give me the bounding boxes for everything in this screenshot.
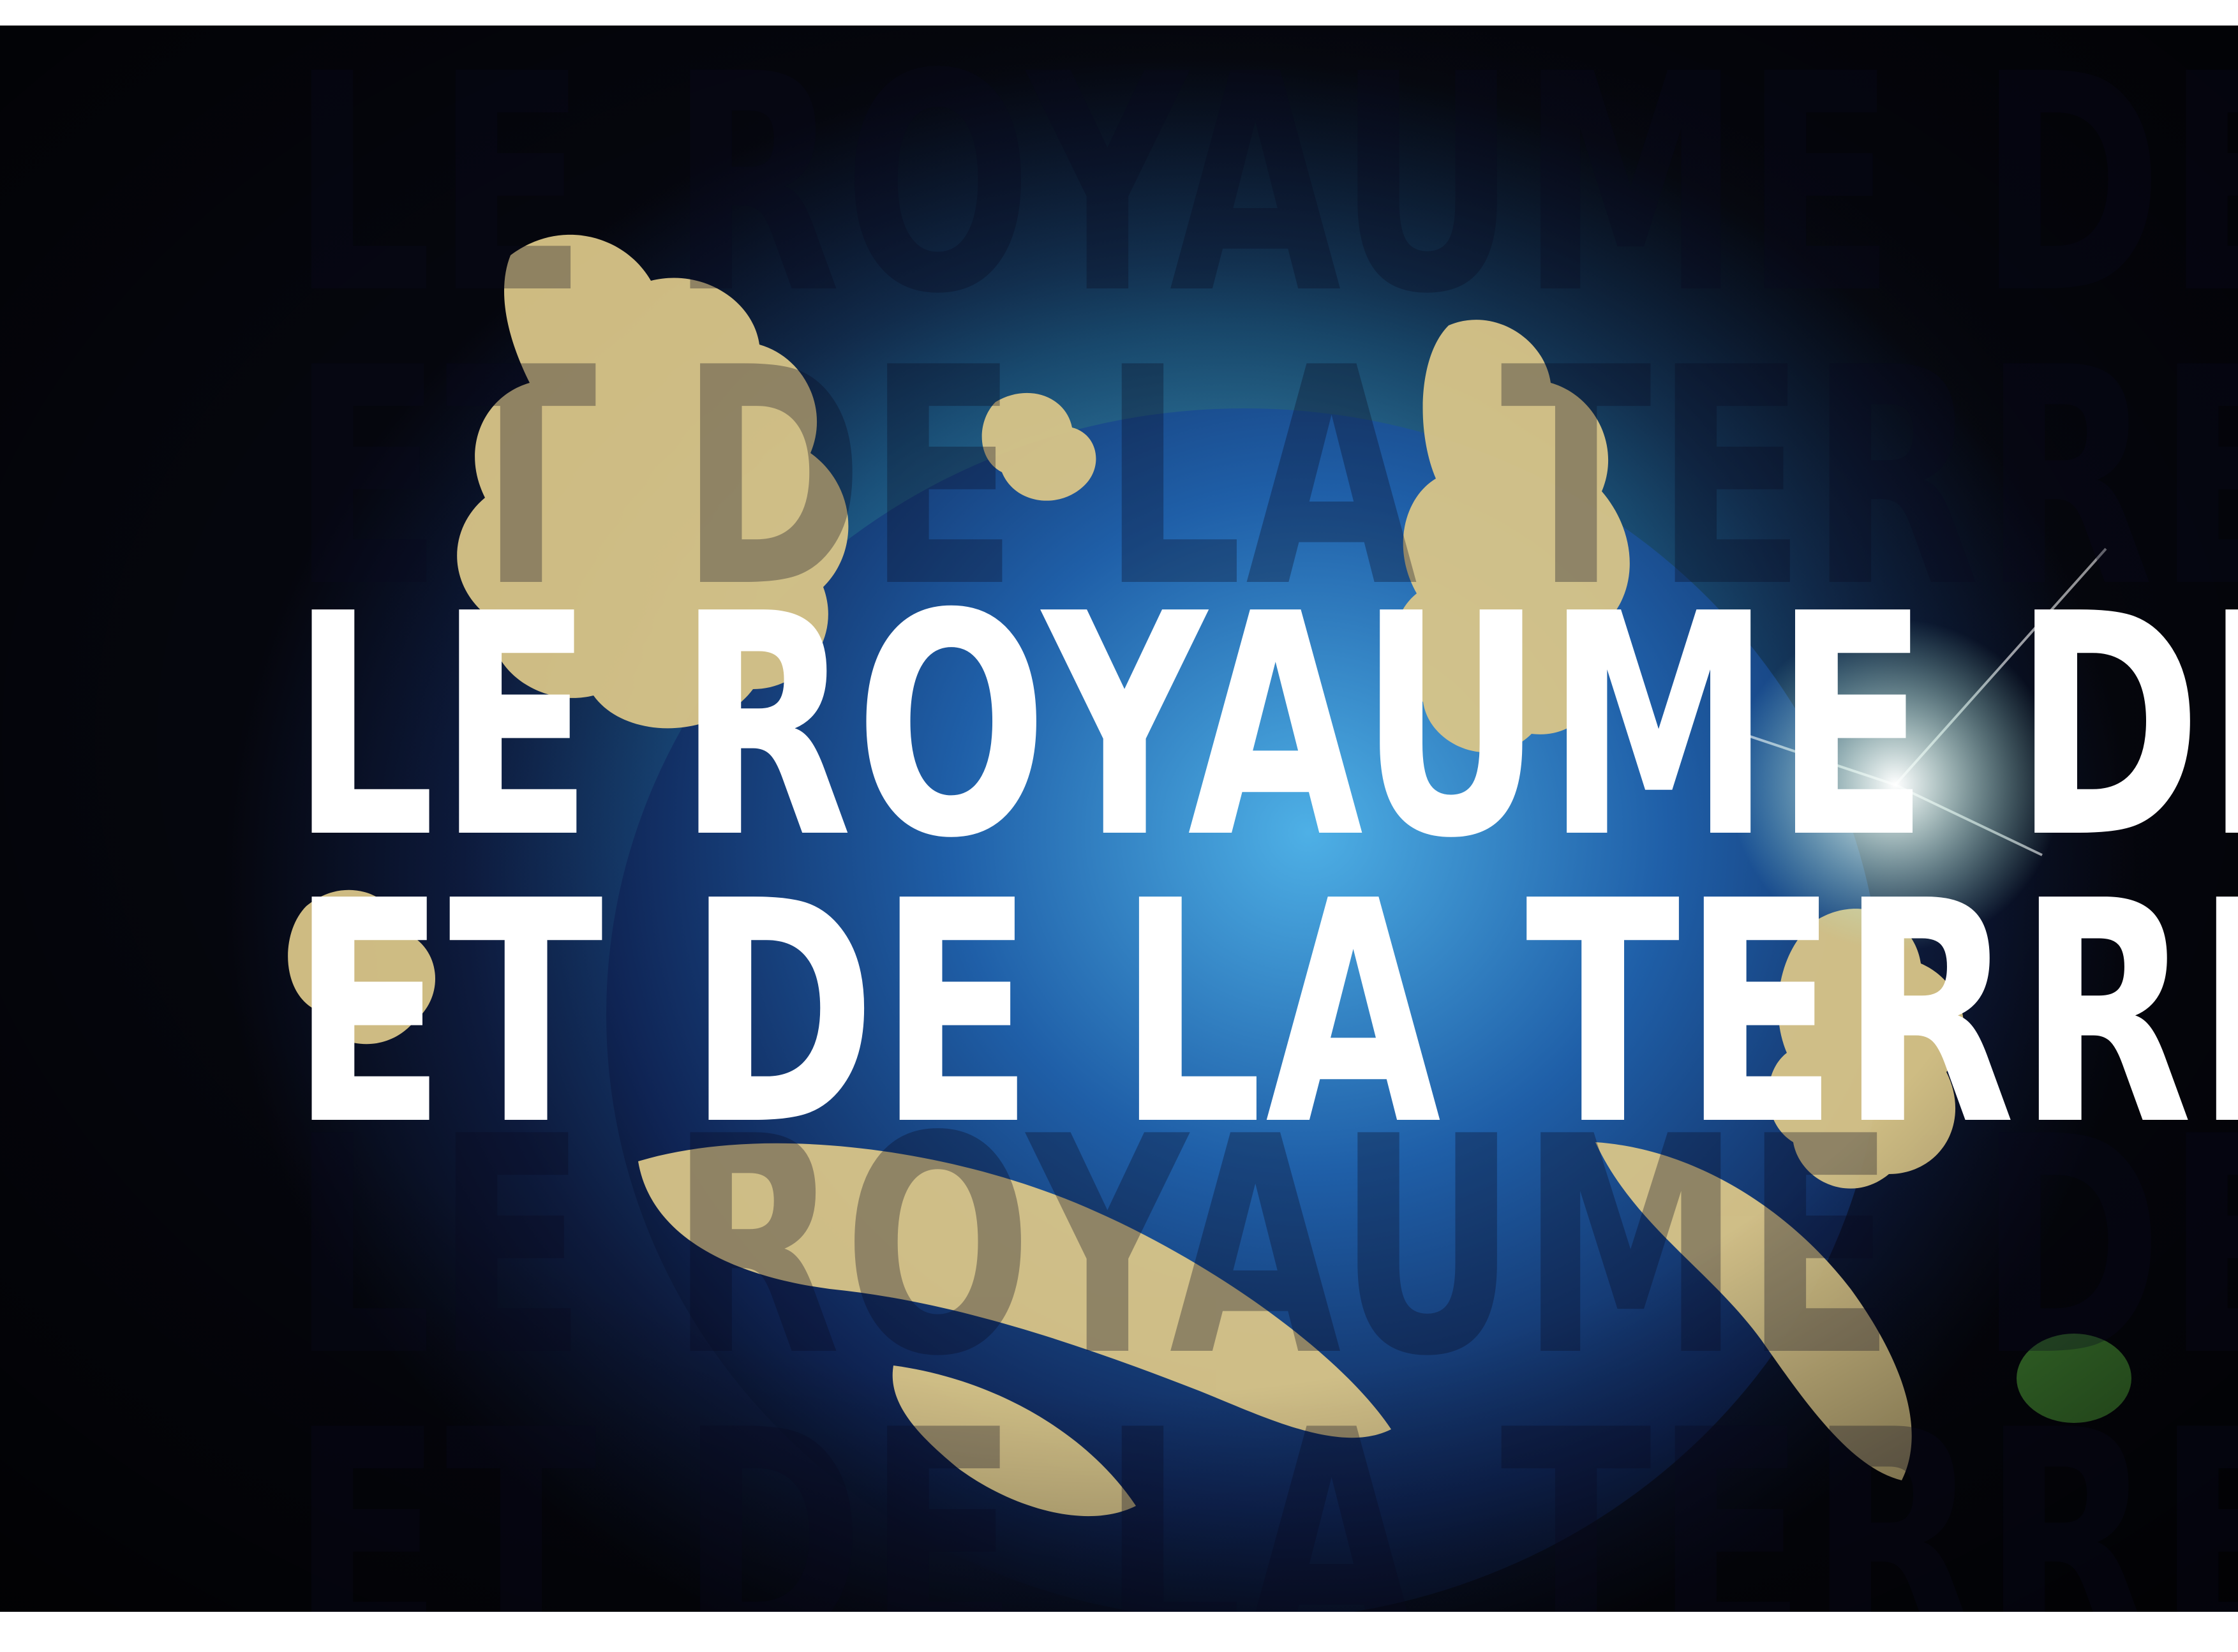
title-line-2: ET DE LA TERRE — [290, 836, 2238, 1193]
ghost-text-1: LE ROYAUME DES CIEUX — [290, 26, 2238, 359]
title-line-1: LE ROYAUME DES CIEUX — [290, 549, 2238, 905]
poster-frame: LE ROYAUME DES CIEUX ET DE LA TERRE LE R… — [0, 26, 2238, 1612]
ghost-text-4: ET DE LA TERRE — [290, 1366, 2238, 1612]
